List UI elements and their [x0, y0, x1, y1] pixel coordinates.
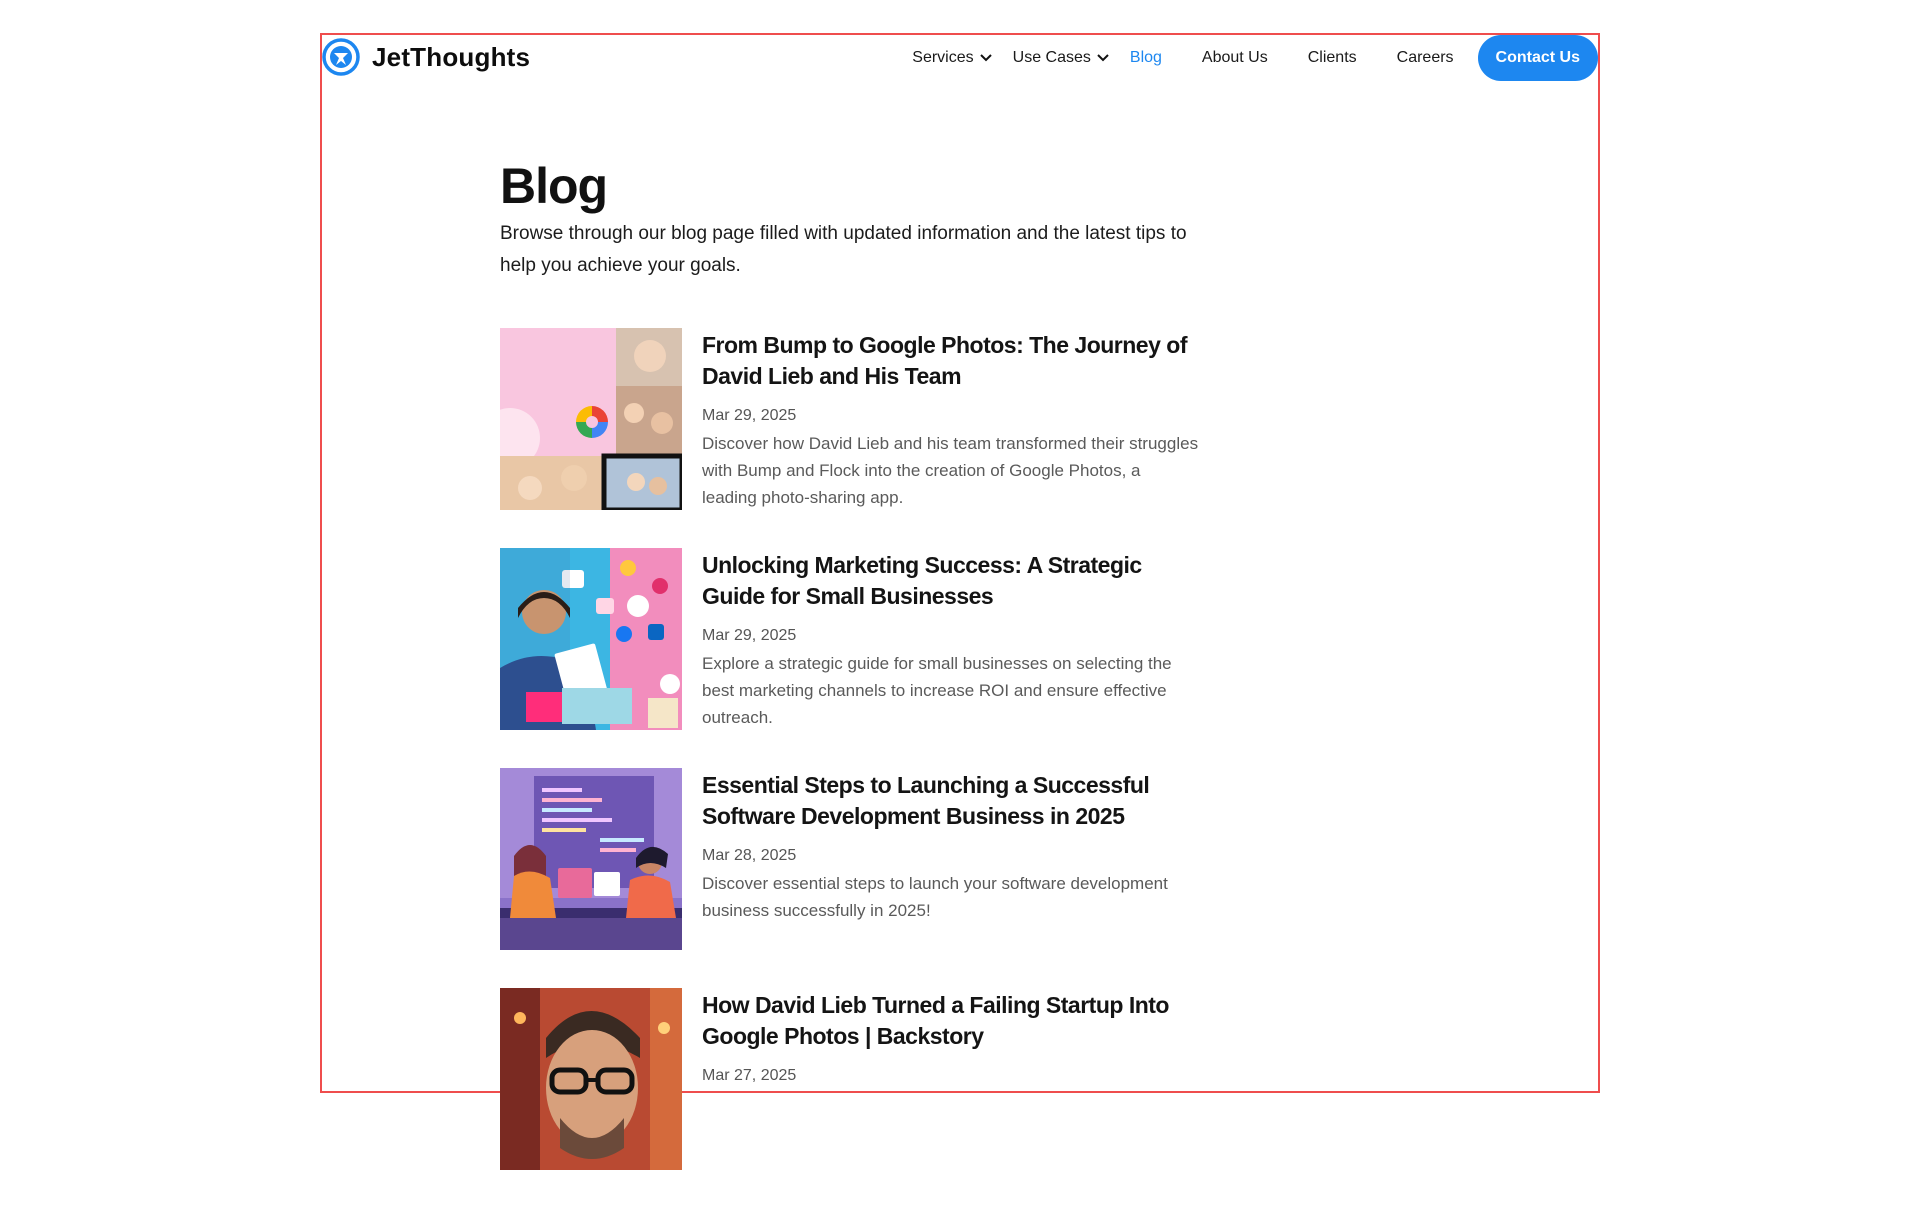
post-thumbnail[interactable]	[500, 548, 682, 730]
jetthoughts-logo-icon	[322, 38, 360, 76]
post-thumbnail[interactable]	[500, 768, 682, 950]
post-date: Mar 29, 2025	[702, 407, 797, 424]
nav-item-services[interactable]: Services	[912, 49, 992, 67]
post-excerpt: Explore a strategic guide for small busi…	[702, 654, 1172, 727]
post-title-link[interactable]: From Bump to Google Photos: The Journey …	[702, 330, 1200, 392]
page-intro: Browse through our blog page filled with…	[500, 223, 1187, 276]
post-title-link[interactable]: Essential Steps to Launching a Successfu…	[702, 770, 1200, 832]
post-title-link[interactable]: Unlocking Marketing Success: A Strategic…	[702, 550, 1200, 612]
post-body: How David Lieb Turned a Failing Startup …	[702, 988, 1200, 1170]
developers-illustration-image	[500, 768, 682, 950]
page-title: Blog	[500, 158, 608, 214]
post-thumbnail[interactable]	[500, 988, 682, 1170]
post-excerpt: Discover essential steps to launch your …	[702, 874, 1168, 920]
post-item: Essential Steps to Launching a Successfu…	[500, 768, 1200, 950]
nav-label-about-us: About Us	[1201, 49, 1268, 66]
post-item: How David Lieb Turned a Failing Startup …	[500, 988, 1200, 1170]
nav-label-services: Services	[912, 49, 974, 66]
post-item: From Bump to Google Photos: The Journey …	[500, 328, 1200, 510]
post-excerpt: Discover how David Lieb and his team tra…	[702, 434, 1199, 507]
post-title-link[interactable]: How David Lieb Turned a Failing Startup …	[702, 990, 1200, 1052]
site-header: JetThoughts Services Use Cases Blog Abou…	[320, 33, 1600, 81]
marketing-woman-social-icons-image	[500, 548, 682, 730]
chevron-down-icon	[1097, 54, 1109, 62]
logo-link[interactable]: JetThoughts	[322, 38, 530, 76]
google-photos-collage-image	[500, 328, 682, 510]
nav-item-careers[interactable]: Careers	[1397, 49, 1454, 67]
nav-label-clients: Clients	[1307, 49, 1357, 66]
nav-label-blog: Blog	[1129, 49, 1162, 66]
post-body: Essential Steps to Launching a Successfu…	[702, 768, 1200, 950]
post-body: Unlocking Marketing Success: A Strategic…	[702, 548, 1200, 730]
nav-item-use-cases[interactable]: Use Cases	[1013, 49, 1110, 67]
nav-label-use-cases: Use Cases	[1012, 49, 1091, 66]
logo-text: JetThoughts	[372, 41, 531, 72]
post-list: From Bump to Google Photos: The Journey …	[500, 328, 1200, 1170]
blog-main: Blog Browse through our blog page filled…	[500, 156, 1200, 1208]
post-date: Mar 29, 2025	[702, 627, 797, 644]
post-date: Mar 28, 2025	[702, 847, 797, 864]
nav-item-blog[interactable]: Blog	[1130, 49, 1162, 67]
contact-us-button[interactable]: Contact Us	[1477, 35, 1598, 81]
man-with-glasses-portrait-image	[500, 988, 682, 1170]
nav-item-about-us[interactable]: About Us	[1202, 49, 1268, 67]
post-item: Unlocking Marketing Success: A Strategic…	[500, 548, 1200, 730]
post-body: From Bump to Google Photos: The Journey …	[702, 328, 1200, 510]
nav-item-clients[interactable]: Clients	[1308, 49, 1357, 67]
post-date: Mar 27, 2025	[702, 1067, 797, 1084]
nav-label-careers: Careers	[1396, 49, 1454, 66]
post-thumbnail[interactable]	[500, 328, 682, 510]
chevron-down-icon	[979, 54, 992, 62]
main-nav: Services Use Cases Blog About Us Clients…	[912, 35, 1598, 81]
